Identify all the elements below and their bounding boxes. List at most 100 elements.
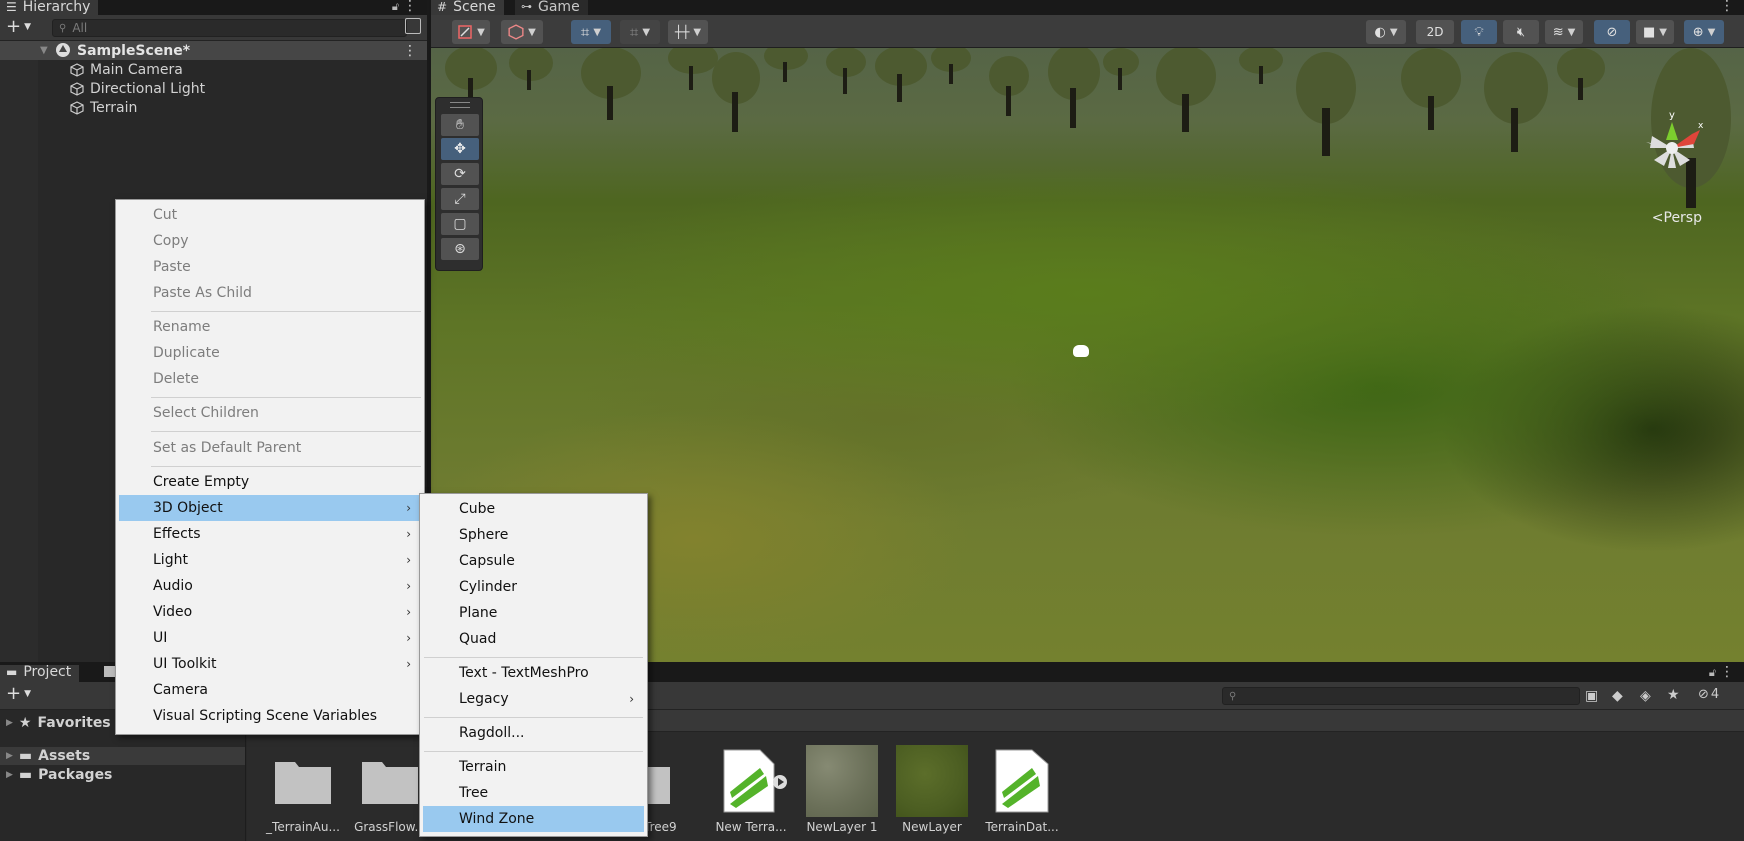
menu-item-audio[interactable]: Audio › bbox=[119, 573, 421, 599]
menu-item-label: Sphere bbox=[459, 527, 509, 543]
scale-tool[interactable]: ⤢ bbox=[441, 188, 479, 210]
menu-item-wind-zone[interactable]: Wind Zone bbox=[423, 806, 644, 832]
menu-item-tree[interactable]: Tree bbox=[423, 780, 644, 806]
ruler-button[interactable]: ┼┼ ▼ bbox=[668, 20, 708, 44]
tab-hierarchy[interactable]: ☰ Hierarchy bbox=[0, 0, 99, 15]
more-icon[interactable]: ⋮ bbox=[403, 0, 417, 14]
project-search-input[interactable]: ⚲ bbox=[1222, 687, 1580, 705]
menu-item-cut[interactable]: Cut bbox=[119, 202, 421, 228]
menu-item-sphere[interactable]: Sphere bbox=[423, 522, 644, 548]
menu-item-text-textmeshpro[interactable]: Text - TextMeshPro bbox=[423, 660, 644, 686]
menu-item-delete[interactable]: Delete bbox=[119, 366, 421, 392]
menu-item-cylinder[interactable]: Cylinder bbox=[423, 574, 644, 600]
tree-packages[interactable]: ▶ ▬ Packages bbox=[6, 766, 112, 784]
menu-item-3d-object[interactable]: 3D Object › bbox=[119, 495, 421, 521]
menu-item-legacy[interactable]: Legacy › bbox=[423, 686, 644, 712]
menu-item-video[interactable]: Video › bbox=[119, 599, 421, 625]
hierarchy-item-terrain[interactable]: Terrain bbox=[70, 98, 137, 117]
grid-snap-button[interactable]: ⌗ ▼ bbox=[571, 20, 611, 44]
palette-handle[interactable] bbox=[450, 102, 470, 108]
draw-mode-button[interactable]: ▼ bbox=[452, 20, 490, 44]
lock-icon[interactable]: 🔓︎ bbox=[1709, 666, 1716, 680]
menu-item-copy[interactable]: Copy bbox=[119, 228, 421, 254]
menu-item-camera[interactable]: Camera bbox=[119, 677, 421, 703]
search-input[interactable]: ⚲ All bbox=[52, 19, 407, 37]
scene-visibility-icon[interactable] bbox=[405, 18, 421, 34]
tree-favorites[interactable]: ▶ ★ Favorites bbox=[6, 714, 111, 732]
menu-item-label: Terrain bbox=[459, 759, 507, 775]
menu-item-ragdoll[interactable]: Ragdoll... bbox=[423, 720, 644, 746]
menu-item-create-empty[interactable]: Create Empty bbox=[119, 469, 421, 495]
menu-item-effects[interactable]: Effects › bbox=[119, 521, 421, 547]
scene-row[interactable]: ▼ SampleScene* ⋮ bbox=[0, 41, 427, 60]
hidden-packages-icon[interactable]: ⊘ 4 bbox=[1698, 687, 1719, 702]
effects-button[interactable]: ≋ ▼ bbox=[1545, 20, 1583, 44]
hierarchy-item-main-camera[interactable]: Main Camera bbox=[70, 60, 183, 79]
hierarchy-item-directional-light[interactable]: Directional Light bbox=[70, 79, 205, 98]
asset-item[interactable]: NewLayer 1 bbox=[797, 744, 887, 834]
mode-2d-button[interactable]: 2D bbox=[1416, 20, 1454, 44]
move-tool[interactable]: ✥ bbox=[441, 138, 479, 160]
projection-label[interactable]: <Persp bbox=[1652, 210, 1702, 226]
asset-item[interactable]: _TerrainAu... bbox=[258, 744, 348, 834]
more-icon[interactable]: ⋮ bbox=[1720, 0, 1734, 14]
menu-item-ui[interactable]: UI › bbox=[119, 625, 421, 651]
lighting-toggle[interactable]: 💡︎ bbox=[1461, 20, 1497, 44]
menu-item-quad[interactable]: Quad bbox=[423, 626, 644, 652]
gizmos-button[interactable]: ⊕ ▼ bbox=[1684, 20, 1724, 44]
search-icon: ⚲ bbox=[59, 22, 67, 34]
star-icon: ★ bbox=[18, 715, 32, 731]
rotate-tool[interactable]: ⟳ bbox=[441, 163, 479, 185]
hidden-count: 4 bbox=[1710, 687, 1720, 702]
visibility-toggle[interactable]: ⊘ bbox=[1594, 20, 1630, 44]
search-icon: ⚲ bbox=[1229, 690, 1237, 702]
camera-button[interactable]: ■ ▼ bbox=[1636, 20, 1674, 44]
asset-item[interactable]: NewLayer bbox=[887, 744, 977, 834]
expand-arrow-icon[interactable]: ▼ bbox=[40, 45, 48, 56]
gizmo-y-axis[interactable] bbox=[1666, 122, 1678, 140]
menu-item-plane[interactable]: Plane bbox=[423, 600, 644, 626]
gameobject-icon bbox=[70, 100, 84, 115]
terrain-layer-thumbnail bbox=[896, 745, 968, 817]
menu-item-cube[interactable]: Cube bbox=[423, 496, 644, 522]
scene-more-icon[interactable]: ⋮ bbox=[403, 43, 417, 59]
add-asset-button[interactable]: + ▼ bbox=[6, 684, 31, 704]
menu-item-paste[interactable]: Paste bbox=[119, 254, 421, 280]
wind-zone-gizmo-icon[interactable] bbox=[1073, 345, 1089, 357]
rect-tool[interactable]: ▢ bbox=[441, 213, 479, 235]
menu-item-rename[interactable]: Rename bbox=[119, 314, 421, 340]
lock-icon[interactable]: 🔓︎ bbox=[392, 0, 399, 14]
audio-toggle[interactable]: 🔇︎ bbox=[1503, 20, 1539, 44]
draw-mode-icon bbox=[458, 25, 472, 39]
tab-scene[interactable]: # Scene bbox=[431, 0, 504, 15]
render-mode-button[interactable]: ◐ ▼ bbox=[1366, 20, 1406, 44]
more-icon[interactable]: ⋮ bbox=[1720, 664, 1734, 680]
search-by-type-icon[interactable]: ▣ bbox=[1585, 688, 1598, 704]
menu-item-label: Ragdoll... bbox=[459, 725, 525, 741]
menu-item-capsule[interactable]: Capsule bbox=[423, 548, 644, 574]
asset-item[interactable]: TerrainDat... bbox=[977, 744, 1067, 834]
hand-tool[interactable]: ✋︎ bbox=[441, 114, 479, 136]
sphere-shaded-icon: ◐ bbox=[1374, 24, 1386, 40]
menu-item-select-children[interactable]: Select Children bbox=[119, 400, 421, 426]
menu-item-ui-toolkit[interactable]: UI Toolkit › bbox=[119, 651, 421, 677]
tag-icon[interactable]: ◈ bbox=[1640, 688, 1651, 704]
snap-increment-button[interactable]: ⌗ ▼ bbox=[620, 20, 660, 44]
menu-item-visual-scripting[interactable]: Visual Scripting Scene Variables bbox=[119, 703, 421, 729]
star-icon[interactable]: ★ bbox=[1667, 687, 1680, 703]
menu-item-terrain[interactable]: Terrain bbox=[423, 754, 644, 780]
shading-button[interactable]: ▼ bbox=[501, 20, 543, 44]
transform-tool[interactable]: ⊛ bbox=[441, 238, 479, 260]
tree-assets[interactable]: ▶ ▬ Assets bbox=[6, 747, 90, 765]
orientation-gizmo[interactable]: y x bbox=[1632, 108, 1712, 188]
menu-item-light[interactable]: Light › bbox=[119, 547, 421, 573]
search-by-label-icon[interactable]: ◆ bbox=[1612, 688, 1623, 704]
asset-item[interactable]: New Terra... bbox=[706, 744, 796, 834]
tab-game-label: Game bbox=[538, 0, 580, 15]
tab-project[interactable]: ▬ Project bbox=[0, 665, 80, 682]
menu-item-duplicate[interactable]: Duplicate bbox=[119, 340, 421, 366]
menu-item-set-default-parent[interactable]: Set as Default Parent bbox=[119, 435, 421, 461]
add-button[interactable]: + ▼ bbox=[6, 17, 31, 37]
menu-item-paste-as-child[interactable]: Paste As Child bbox=[119, 280, 421, 306]
tab-game[interactable]: ⊶ Game bbox=[515, 0, 588, 15]
